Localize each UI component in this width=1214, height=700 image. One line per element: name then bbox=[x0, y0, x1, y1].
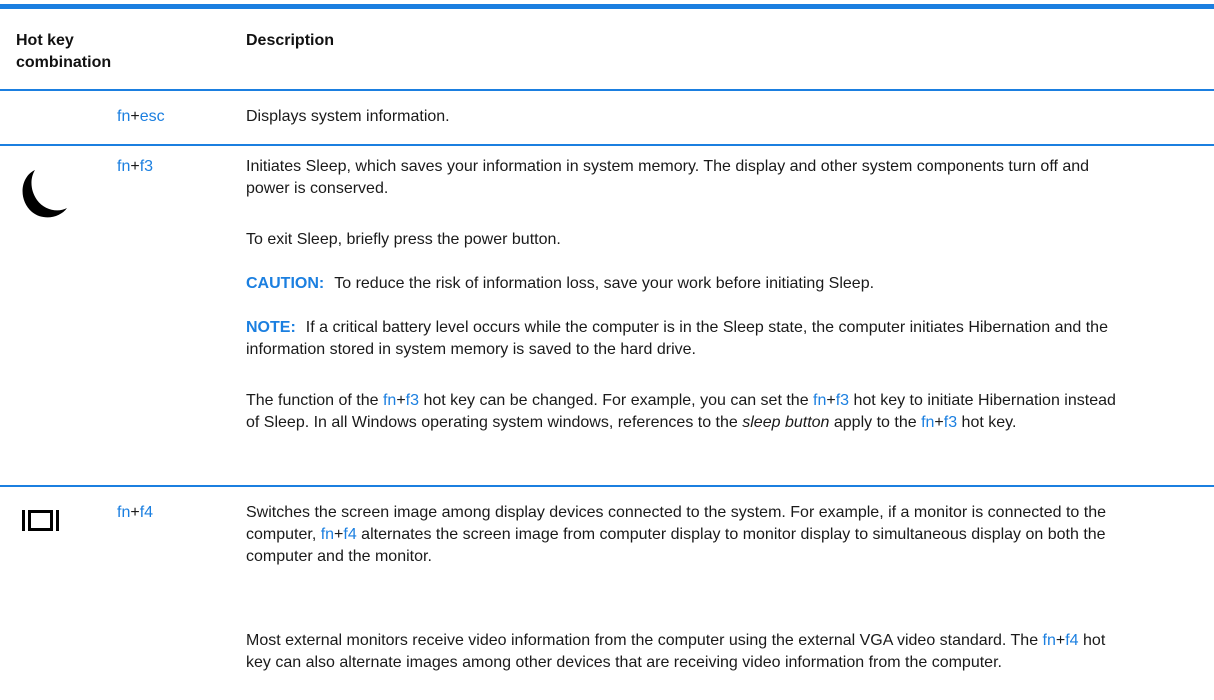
key-f3: f3 bbox=[405, 392, 420, 409]
table-row-desc-fn-f4: Switches the screen image among display … bbox=[246, 502, 1116, 568]
key-f3: f3 bbox=[943, 414, 958, 431]
desc-text: The function of the bbox=[246, 392, 383, 409]
key-fn: fn bbox=[117, 504, 131, 521]
header-col1-line2: combination bbox=[16, 54, 112, 71]
key-fn: fn bbox=[117, 158, 131, 175]
table-row-desc-exit-sleep: To exit Sleep, briefly press the power b… bbox=[246, 229, 1116, 251]
caution-label: CAUTION: bbox=[246, 275, 325, 292]
row-divider bbox=[0, 144, 1214, 146]
key-plus: + bbox=[130, 108, 140, 125]
key-fn: fn bbox=[1042, 632, 1056, 649]
key-fn: fn bbox=[921, 414, 935, 431]
header-hotkey-combination: Hot key combination bbox=[16, 30, 111, 74]
desc-paragraph: Initiates Sleep, which saves your inform… bbox=[246, 158, 1090, 197]
table-row-desc-fn-f3: Initiates Sleep, which saves your inform… bbox=[246, 156, 1116, 200]
note-text: If a critical battery level occurs while… bbox=[246, 319, 1108, 358]
table-top-rule bbox=[0, 4, 1214, 9]
desc-text: alternates the screen image from compute… bbox=[246, 526, 1106, 565]
key-fn: fn bbox=[813, 392, 827, 409]
display-switch-icon bbox=[22, 510, 59, 531]
key-plus: + bbox=[334, 526, 344, 543]
hotkey-table: Hot key combination Description fn+esc D… bbox=[0, 0, 1214, 700]
key-fn: fn bbox=[320, 526, 335, 543]
desc-text: apply to the bbox=[829, 414, 922, 431]
key-f4: f4 bbox=[139, 504, 154, 521]
table-row-key-fn-f4: fn+f4 bbox=[117, 502, 153, 524]
key-f3: f3 bbox=[139, 158, 154, 175]
key-plus: + bbox=[1055, 632, 1066, 649]
table-row-key-fn-esc: fn+esc bbox=[117, 106, 165, 128]
key-plus: + bbox=[826, 392, 836, 409]
note-label: NOTE: bbox=[246, 319, 296, 336]
desc-paragraph: Displays system information. bbox=[246, 108, 450, 125]
table-row-desc-vga: Most external monitors receive video inf… bbox=[246, 630, 1116, 674]
key-f4: f4 bbox=[343, 526, 357, 543]
table-row-key-fn-f3: fn+f3 bbox=[117, 156, 153, 178]
desc-paragraph: To exit Sleep, briefly press the power b… bbox=[246, 231, 561, 248]
sleep-button-term: sleep button bbox=[742, 414, 830, 431]
caution-note: CAUTION: To reduce the risk of informatio… bbox=[246, 273, 1116, 295]
caution-text: To reduce the risk of information loss, … bbox=[334, 275, 875, 292]
key-plus: + bbox=[130, 158, 140, 175]
key-plus: + bbox=[396, 392, 406, 409]
table-row-desc-fn-esc: Displays system information. bbox=[246, 106, 1116, 128]
key-f4: f4 bbox=[1065, 632, 1079, 649]
note-callout: NOTE: If a critical battery level occurs … bbox=[246, 317, 1116, 361]
key-plus: + bbox=[934, 414, 944, 431]
desc-text: hot key. bbox=[957, 414, 1017, 431]
table-row-desc-function-change: The function of the fn+f3 hot key can be… bbox=[246, 390, 1116, 434]
desc-text: hot key can be changed. For example, you… bbox=[419, 392, 814, 409]
desc-text: Most external monitors receive video inf… bbox=[246, 632, 1043, 649]
key-f3: f3 bbox=[835, 392, 850, 409]
key-esc: esc bbox=[139, 108, 165, 125]
key-plus: + bbox=[130, 504, 140, 521]
key-fn: fn bbox=[117, 108, 131, 125]
header-col1-line1: Hot key bbox=[16, 32, 74, 49]
header-rule bbox=[0, 89, 1214, 91]
moon-icon bbox=[22, 170, 67, 218]
header-description: Description bbox=[246, 32, 335, 49]
row-divider bbox=[0, 485, 1214, 487]
key-fn: fn bbox=[382, 392, 397, 409]
